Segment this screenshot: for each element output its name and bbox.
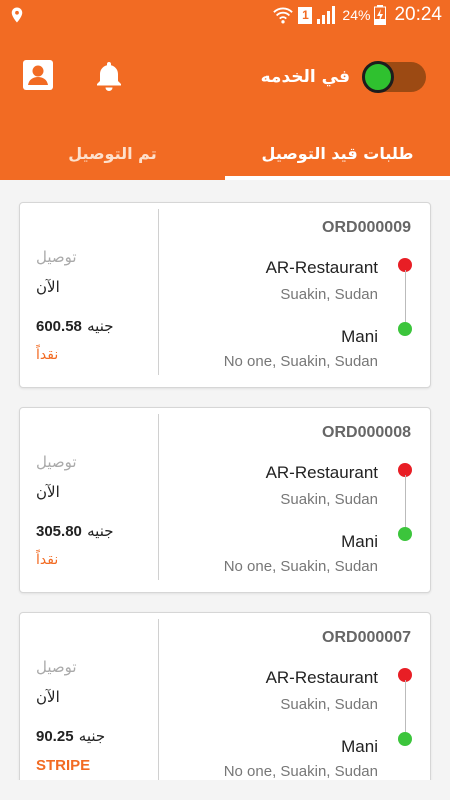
payment-method: نقداً: [36, 347, 59, 363]
profile-icon[interactable]: [21, 58, 55, 92]
battery-percent: 24%: [342, 7, 371, 23]
orders-list[interactable]: ORD000009 AR-Restaurant Suakin, Sudan Ma…: [0, 180, 450, 780]
pickup-name: AR-Restaurant: [265, 258, 378, 277]
card-divider: [158, 414, 159, 580]
dropoff-dot-icon: [398, 322, 412, 336]
order-type: توصيل: [36, 248, 77, 266]
order-price: 90.25 جنيه: [36, 727, 105, 745]
dropoff-name: Mani: [341, 327, 378, 346]
payment-method: نقداً: [36, 552, 59, 568]
dropoff-dot-icon: [398, 527, 412, 541]
order-id: ORD000007: [322, 629, 411, 646]
duty-status: في الخدمه: [261, 60, 426, 94]
clock: 20:24: [394, 4, 442, 25]
dropoff-address: No one, Suakin, Sudan: [223, 763, 378, 780]
price-currency: جنيه: [87, 522, 114, 540]
card-divider: [158, 619, 159, 780]
order-type: توصيل: [36, 453, 77, 471]
route-line: [405, 680, 406, 735]
order-id: ORD000008: [322, 424, 411, 441]
pickup-name: AR-Restaurant: [265, 463, 378, 482]
route-line: [405, 270, 406, 325]
location-icon: [11, 7, 23, 23]
battery-charging-icon: [374, 5, 387, 25]
order-card[interactable]: ORD000009 AR-Restaurant Suakin, Sudan Ma…: [19, 202, 431, 388]
order-card[interactable]: ORD000007 AR-Restaurant Suakin, Sudan Ma…: [19, 612, 431, 780]
order-tabs: طلبات قيد التوصيل تم التوصيل: [0, 126, 450, 180]
pickup-address: Suakin, Sudan: [280, 696, 378, 713]
pickup-address: Suakin, Sudan: [280, 491, 378, 508]
card-divider: [158, 209, 159, 375]
toggle-knob: [362, 61, 394, 93]
order-time: الآن: [36, 483, 60, 501]
dropoff-name: Mani: [341, 532, 378, 551]
order-time: الآن: [36, 278, 60, 296]
bell-icon[interactable]: [92, 58, 126, 92]
sim-slot-badge: 1: [298, 6, 313, 24]
dropoff-name: Mani: [341, 737, 378, 756]
bottom-spacer: [0, 780, 450, 800]
order-card[interactable]: ORD000008 AR-Restaurant Suakin, Sudan Ma…: [19, 407, 431, 593]
price-amount: 600.58: [36, 318, 82, 335]
signal-icon: [317, 6, 336, 24]
payment-method: STRIPE: [36, 757, 91, 774]
status-bar: 1 24% 20:24: [0, 0, 450, 30]
dropoff-address: No one, Suakin, Sudan: [223, 558, 378, 575]
tab-delivered[interactable]: تم التوصيل: [0, 126, 225, 180]
order-id: ORD000009: [322, 219, 411, 236]
duty-toggle[interactable]: [362, 61, 426, 93]
route-line: [405, 475, 406, 530]
pickup-address: Suakin, Sudan: [280, 286, 378, 303]
order-type: توصيل: [36, 658, 77, 676]
duty-label: في الخدمه: [260, 67, 350, 87]
dropoff-dot-icon: [398, 732, 412, 746]
pickup-name: AR-Restaurant: [265, 668, 378, 687]
price-currency: جنيه: [78, 727, 106, 745]
order-time: الآن: [36, 688, 60, 706]
price-amount: 305.80: [36, 523, 82, 540]
wifi-icon: [273, 7, 294, 24]
order-price: 305.80 جنيه: [36, 522, 114, 540]
tab-in-delivery[interactable]: طلبات قيد التوصيل: [225, 126, 450, 180]
order-price: 600.58 جنيه: [36, 317, 114, 335]
price-amount: 90.25: [36, 728, 74, 745]
app-header: في الخدمه: [0, 30, 450, 126]
dropoff-address: No one, Suakin, Sudan: [223, 353, 378, 370]
price-currency: جنيه: [87, 317, 114, 335]
